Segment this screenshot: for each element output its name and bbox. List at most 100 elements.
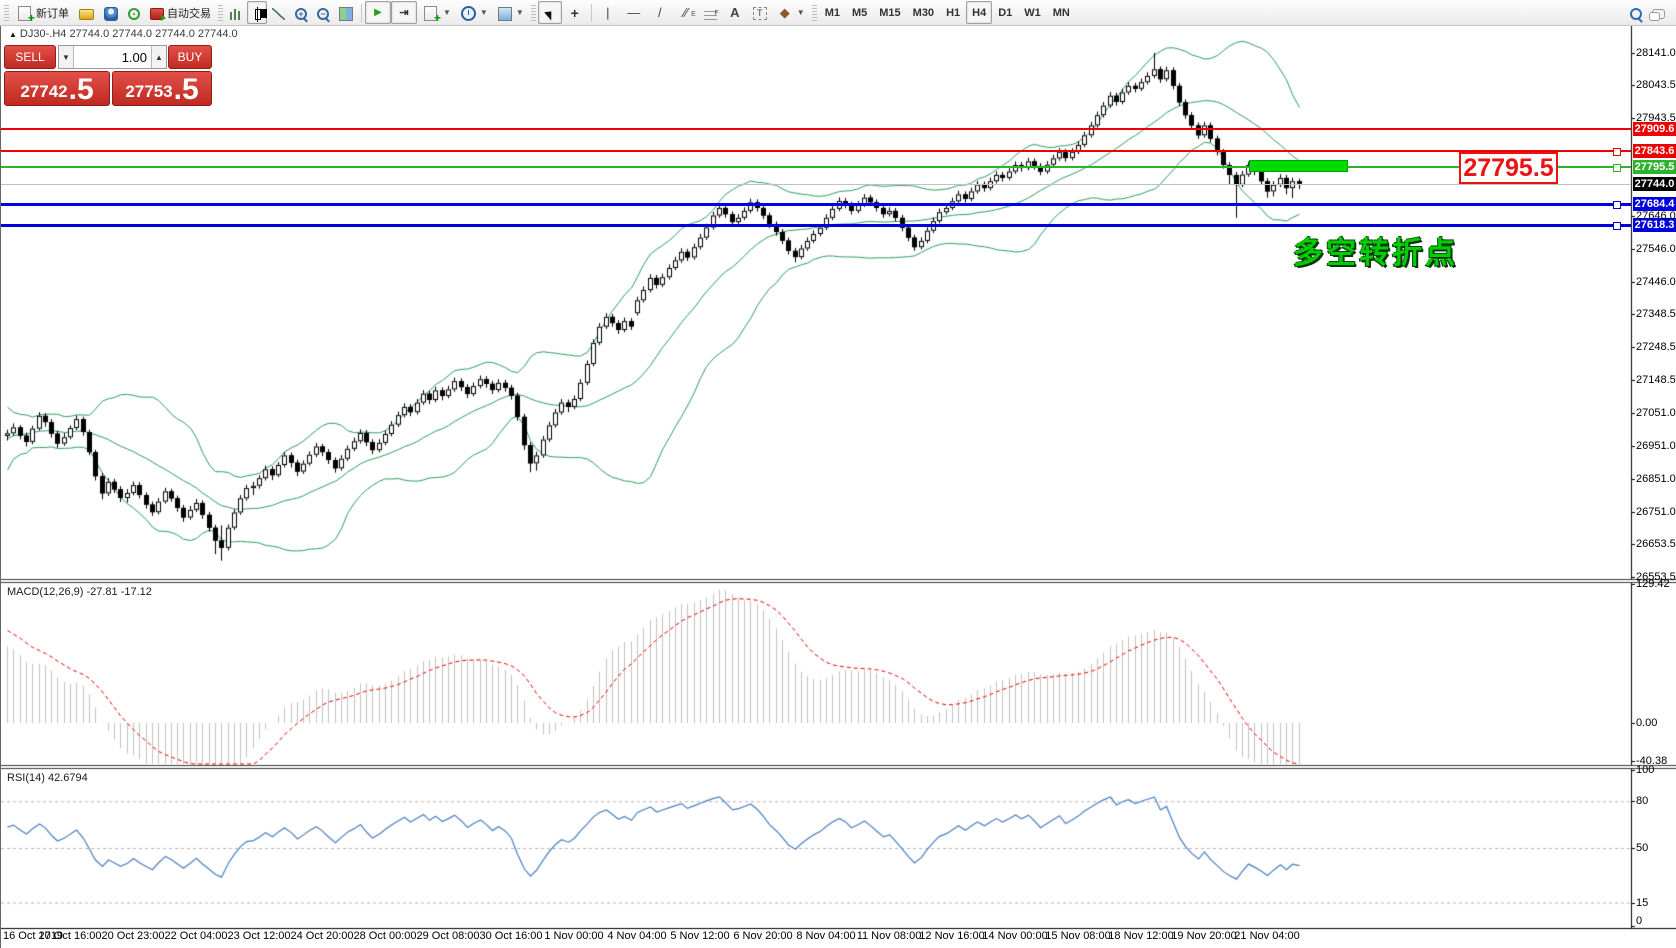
crosshair-icon: + <box>567 5 583 21</box>
highlight-rectangle[interactable] <box>1249 160 1348 172</box>
arrows-icon: ◆ <box>777 5 793 21</box>
horizontal-line-27795.5[interactable] <box>1 166 1631 168</box>
auto-scroll-icon: ▶ <box>370 5 386 21</box>
tile-windows-button[interactable] <box>334 1 358 24</box>
timeframe-h1[interactable]: H1 <box>940 1 966 24</box>
price-axis-tick: 28043.5 <box>1636 79 1676 91</box>
line-handle[interactable] <box>1613 222 1621 230</box>
crosshair-tool-button[interactable]: + <box>562 1 588 24</box>
zoom-in-icon: + <box>295 8 307 20</box>
text-icon: A <box>727 5 743 21</box>
signals-button[interactable] <box>123 1 145 24</box>
autotrade-label: 自动交易 <box>167 5 211 21</box>
horizontal-line-27744.0[interactable] <box>1 184 1631 185</box>
sell-price-box[interactable]: 27742.5 <box>4 71 110 106</box>
chevron-down-icon: ▼ <box>443 8 451 17</box>
new-order-icon <box>18 6 31 21</box>
timeframe-m5[interactable]: M5 <box>846 1 873 24</box>
rsi-axis-tick: 100 <box>1636 764 1676 776</box>
price-axis-tick: 26951.0 <box>1636 440 1676 452</box>
line-chart-mode-button[interactable] <box>267 1 290 24</box>
auto-scroll-button[interactable]: ▶ <box>365 1 391 24</box>
chat-icon <box>1652 9 1665 19</box>
channel-tool[interactable]: ∕∕E <box>673 1 699 24</box>
market-watch-button[interactable] <box>74 1 99 24</box>
buy-price-box[interactable]: 27753.5 <box>112 71 212 106</box>
rsi-axis-tick: 15 <box>1636 897 1676 909</box>
volume-increase-button[interactable]: ▲ <box>151 46 166 68</box>
sell-price-main: 27742 <box>20 82 67 105</box>
volume-decrease-button[interactable]: ▼ <box>59 46 74 68</box>
trendline-tool[interactable]: / <box>647 1 673 24</box>
trendline-icon: / <box>652 5 668 21</box>
turning-point-annotation[interactable]: 多空转折点 <box>1293 228 1458 272</box>
chart-canvas[interactable] <box>1 26 1676 948</box>
time-axis-label: 28 Oct 00:00 <box>354 930 417 942</box>
timeframe-m30[interactable]: M30 <box>907 1 940 24</box>
chat-button[interactable] <box>1647 1 1670 24</box>
toolbar-separator <box>361 4 362 22</box>
indicators-icon <box>424 6 437 21</box>
chart-shift-button[interactable]: ⇥ <box>391 1 417 24</box>
horizontal-line-27684.4[interactable] <box>1 203 1631 206</box>
time-axis-label: 30 Oct 16:00 <box>480 930 543 942</box>
price-badge-27795.5: 27795.5 <box>1633 160 1676 174</box>
line-handle[interactable] <box>1613 201 1621 209</box>
horizontal-line-tool[interactable]: — <box>621 1 647 24</box>
cursor-tool-button[interactable] <box>538 1 562 24</box>
price-axis-tick: 27348.5 <box>1636 308 1676 320</box>
time-axis-label: 11 Nov 08:00 <box>857 930 922 942</box>
autotrade-button[interactable]: 自动交易 <box>145 1 216 24</box>
time-axis-label: 29 Oct 08:00 <box>417 930 480 942</box>
time-axis-label: 6 Nov 20:00 <box>733 930 792 942</box>
line-handle[interactable] <box>1613 148 1621 156</box>
price-axis-tick: 27148.5 <box>1636 374 1676 386</box>
text-tool[interactable]: A <box>722 1 748 24</box>
buy-button[interactable]: BUY <box>168 45 212 69</box>
sell-button[interactable]: SELL <box>4 45 56 69</box>
cursor-icon <box>544 8 556 20</box>
object-marker-icon: ▲ <box>9 30 17 39</box>
toolbar: 新订单 自动交易 + − ▶ ⇥ ▼ ▼ ▼ + | — / ∕∕E F A T… <box>0 0 1676 26</box>
search-button[interactable] <box>1625 1 1647 24</box>
volume-input[interactable] <box>74 46 151 68</box>
text-label-icon: T <box>753 7 767 20</box>
chart-shift-icon: ⇥ <box>396 5 412 21</box>
bar-chart-mode-button[interactable] <box>225 1 247 24</box>
zoom-out-button[interactable]: − <box>312 1 334 24</box>
line-handle[interactable] <box>1613 164 1621 172</box>
fibonacci-tool[interactable]: F <box>699 1 722 24</box>
timeframe-m15[interactable]: M15 <box>873 1 906 24</box>
price-badge-27684.4: 27684.4 <box>1633 197 1676 211</box>
rsi-indicator-label: RSI(14) 42.6794 <box>7 772 88 784</box>
price-callout-box[interactable]: 27795.5 <box>1459 152 1558 184</box>
terminal-window: 新订单 自动交易 + − ▶ ⇥ ▼ ▼ ▼ + | — / ∕∕E F A T… <box>0 0 1676 948</box>
candlestick-icon <box>255 9 261 20</box>
vertical-line-tool[interactable]: | <box>595 1 621 24</box>
chevron-down-icon: ▼ <box>480 8 488 17</box>
periods-dropdown[interactable]: ▼ <box>456 1 493 24</box>
macd-axis-tick: 0.00 <box>1636 717 1676 729</box>
candle-chart-mode-button[interactable] <box>247 1 267 24</box>
horizontal-line-27843.6[interactable] <box>1 150 1631 152</box>
timeframe-h4[interactable]: H4 <box>966 1 992 24</box>
time-axis-label: 24 Oct 20:00 <box>291 930 354 942</box>
time-axis-label: 5 Nov 12:00 <box>670 930 729 942</box>
profile-button[interactable] <box>99 1 123 24</box>
toolbar-grip <box>531 5 536 21</box>
time-axis-label: 14 Nov 00:00 <box>982 930 1047 942</box>
templates-dropdown[interactable]: ▼ <box>493 1 529 24</box>
time-axis-label: 18 Nov 12:00 <box>1108 930 1173 942</box>
arrows-dropdown[interactable]: ◆▼ <box>772 1 810 24</box>
text-label-tool[interactable]: T <box>748 1 772 24</box>
timeframe-w1[interactable]: W1 <box>1018 1 1047 24</box>
timeframe-mn[interactable]: MN <box>1047 1 1076 24</box>
new-order-button[interactable]: 新订单 <box>11 1 74 24</box>
indicators-dropdown[interactable]: ▼ <box>417 1 456 24</box>
horizontal-line-27909.6[interactable] <box>1 128 1631 130</box>
price-axis-tick: 27646.0 <box>1636 210 1676 222</box>
zoom-in-button[interactable]: + <box>290 1 312 24</box>
timeframe-d1[interactable]: D1 <box>992 1 1018 24</box>
timeframe-m1[interactable]: M1 <box>819 1 846 24</box>
horizontal-line-27618.3[interactable] <box>1 224 1631 227</box>
